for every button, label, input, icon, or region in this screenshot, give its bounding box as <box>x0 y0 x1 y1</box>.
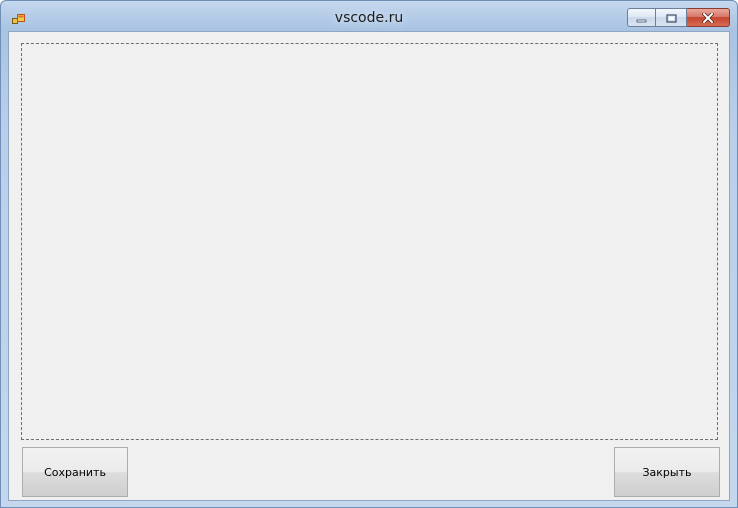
minimize-button[interactable] <box>627 8 656 27</box>
caption-buttons <box>627 8 730 27</box>
title-bar[interactable]: vscode.ru <box>1 1 737 31</box>
close-form-button[interactable]: Закрыть <box>614 447 720 497</box>
close-button[interactable] <box>687 8 730 27</box>
maximize-icon <box>665 8 677 27</box>
save-button[interactable]: Сохранить <box>22 447 128 497</box>
minimize-icon <box>636 8 647 27</box>
close-icon <box>702 8 714 27</box>
app-window: vscode.ru Сохранить Закрыть <box>0 0 738 508</box>
form-client-area: Сохранить Закрыть <box>8 31 730 501</box>
content-panel[interactable] <box>21 43 718 440</box>
maximize-button[interactable] <box>656 8 687 27</box>
